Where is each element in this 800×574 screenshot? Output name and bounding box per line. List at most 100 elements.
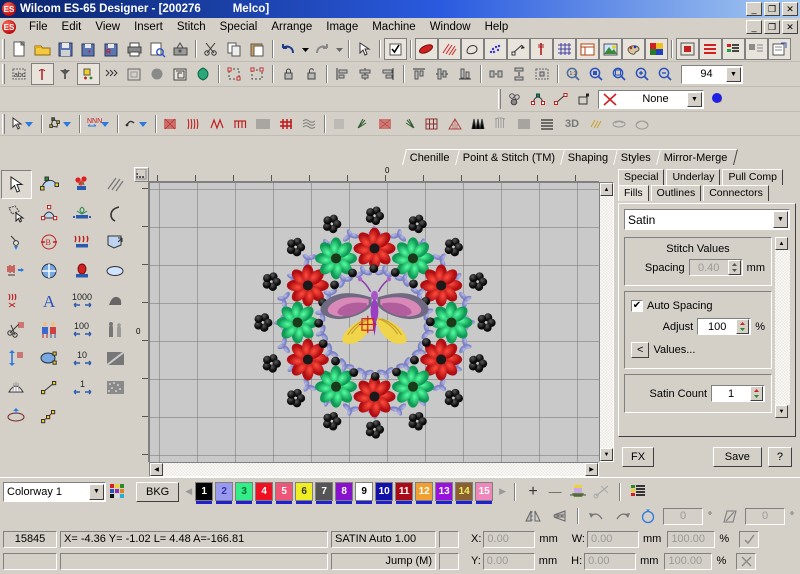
twins-mirror-tool[interactable]	[34, 315, 65, 344]
color-swatch-6[interactable]: 6	[295, 482, 314, 504]
menu-image[interactable]: Image	[319, 19, 365, 35]
save-button[interactable]: Save	[712, 447, 762, 467]
travel-start-icon[interactable]	[550, 88, 573, 110]
skew-angle-value[interactable]: 0	[745, 507, 785, 525]
color-swatch-3[interactable]: 3	[235, 482, 254, 504]
wave-icon[interactable]	[298, 113, 321, 135]
w-value-field[interactable]: 0.00	[586, 530, 639, 548]
ungroup-icon[interactable]	[246, 63, 269, 85]
send-to-machine-icon[interactable]	[169, 38, 192, 60]
leaf-fill-icon[interactable]	[352, 113, 375, 135]
save-all-icon[interactable]: *	[77, 38, 100, 60]
e-stitch-icon[interactable]	[206, 113, 229, 135]
align-right-icon[interactable]	[377, 63, 400, 85]
mirror-merge-tool[interactable]	[34, 257, 65, 286]
horizontal-lines-icon[interactable]	[536, 113, 559, 135]
color-swatch-10[interactable]: 10	[375, 482, 394, 504]
triangle-fill-icon[interactable]	[444, 113, 467, 135]
count-1-tool[interactable]: 1	[67, 373, 98, 402]
menu-view[interactable]: View	[88, 19, 127, 35]
lettering-tool-icon[interactable]: abc	[8, 63, 31, 85]
redo-icon[interactable]	[311, 38, 334, 60]
palette-prev-arrow[interactable]: ◀	[185, 486, 192, 497]
applique-icon[interactable]	[123, 63, 146, 85]
arch-envelope-tool[interactable]	[34, 199, 65, 228]
remove-color-button[interactable]: —	[544, 484, 566, 499]
horizontal-ruler[interactable]: 0	[149, 167, 599, 182]
palette-grid-icon[interactable]	[106, 484, 128, 499]
apply-button[interactable]	[739, 530, 760, 548]
toolbar-grip[interactable]	[2, 39, 5, 59]
menu-edit[interactable]: Edit	[55, 19, 89, 35]
adjust-stepper[interactable]	[697, 318, 752, 335]
backdrop-image-icon[interactable]	[599, 38, 622, 60]
tab-shaping[interactable]: Shaping	[560, 149, 619, 165]
select-object-tool[interactable]	[1, 170, 32, 199]
lettering-dropdown-icon[interactable]	[122, 113, 152, 135]
scroll-up-button[interactable]: ▲	[600, 183, 613, 196]
tab-fills[interactable]: Fills	[618, 185, 649, 201]
grid-icon[interactable]	[553, 38, 576, 60]
silhouette-tool[interactable]	[100, 315, 131, 344]
polygon-dropdown-icon[interactable]	[46, 113, 76, 135]
flower-motif-tool[interactable]	[67, 170, 98, 199]
color-swatch-4[interactable]: 4	[255, 482, 274, 504]
fill-color-combo[interactable]: None ▼	[598, 89, 704, 109]
gradient-fill-tool[interactable]	[100, 344, 131, 373]
cancel-button[interactable]	[736, 552, 757, 570]
bkg-button[interactable]: BKG	[136, 481, 180, 502]
cross-stitch-icon[interactable]	[275, 113, 298, 135]
align-center-icon[interactable]	[354, 63, 377, 85]
zoom-box-icon[interactable]	[585, 63, 608, 85]
distribute-vertical-icon[interactable]	[508, 63, 531, 85]
spacing-stepper[interactable]	[688, 259, 743, 276]
mirror-horizontal-icon[interactable]	[522, 505, 545, 527]
align-left-icon[interactable]	[331, 63, 354, 85]
zoom-out-icon[interactable]	[654, 63, 677, 85]
arc-tool[interactable]	[100, 199, 131, 228]
color-palette-icon[interactable]	[622, 38, 645, 60]
zigzag-motif-tool[interactable]	[67, 228, 98, 257]
auto-branch-tool[interactable]	[1, 286, 32, 315]
props-scroll-down-button[interactable]: ▼	[775, 405, 788, 418]
open-line-tool[interactable]	[34, 373, 65, 402]
spacing-input[interactable]	[689, 261, 728, 274]
pointer-dropdown-icon[interactable]	[8, 113, 38, 135]
undo-dropdown-icon[interactable]	[300, 38, 311, 60]
properties-scrollbar[interactable]: ▲ ▼	[775, 237, 790, 418]
open-folder-icon[interactable]	[31, 38, 54, 60]
color-swatch-12[interactable]: 12	[415, 482, 434, 504]
help-button[interactable]: ?	[767, 447, 792, 467]
new-document-icon[interactable]	[8, 38, 31, 60]
toolbar-grip[interactable]	[2, 64, 5, 84]
paste-icon[interactable]	[246, 38, 269, 60]
menu-help[interactable]: Help	[478, 19, 516, 35]
undo-icon[interactable]	[277, 38, 300, 60]
menu-insert[interactable]: Insert	[127, 19, 170, 35]
tab-pull-comp[interactable]: Pull Comp	[722, 169, 783, 185]
count-1000-tool[interactable]: 1000	[67, 286, 98, 315]
lettering-tool[interactable]: A	[34, 286, 65, 315]
values-back-button[interactable]: <	[631, 342, 650, 358]
slant-lines-tool[interactable]	[100, 170, 131, 199]
toolbar-grip[interactable]	[2, 113, 5, 134]
horizontal-scrollbar[interactable]: ◀ ▶	[149, 462, 599, 477]
chevron-down-icon[interactable]: ▼	[89, 483, 104, 500]
thread-cone-icon[interactable]	[566, 483, 590, 500]
column-fill-icon[interactable]	[329, 113, 352, 135]
lattice-icon[interactable]	[421, 113, 444, 135]
satin-icon[interactable]	[160, 113, 183, 135]
child-close-button[interactable]: ✕	[782, 20, 798, 34]
skew-icon[interactable]	[719, 505, 742, 527]
colorway-combo[interactable]: Colorway 1 ▼	[3, 481, 106, 502]
palette-next-arrow[interactable]: ▶	[499, 486, 506, 497]
tab-outlines[interactable]: Outlines	[650, 185, 702, 201]
document-icon[interactable]: ES	[2, 20, 16, 34]
step-fill-icon[interactable]	[513, 113, 536, 135]
hoop-view-icon[interactable]	[631, 113, 654, 135]
motif-icon[interactable]	[192, 63, 215, 85]
spacing-spin-buttons[interactable]	[727, 260, 741, 275]
run-stitch-icon[interactable]	[100, 63, 123, 85]
satin-count-spin-buttons[interactable]	[750, 386, 763, 401]
toolbar-grip[interactable]	[498, 89, 501, 109]
